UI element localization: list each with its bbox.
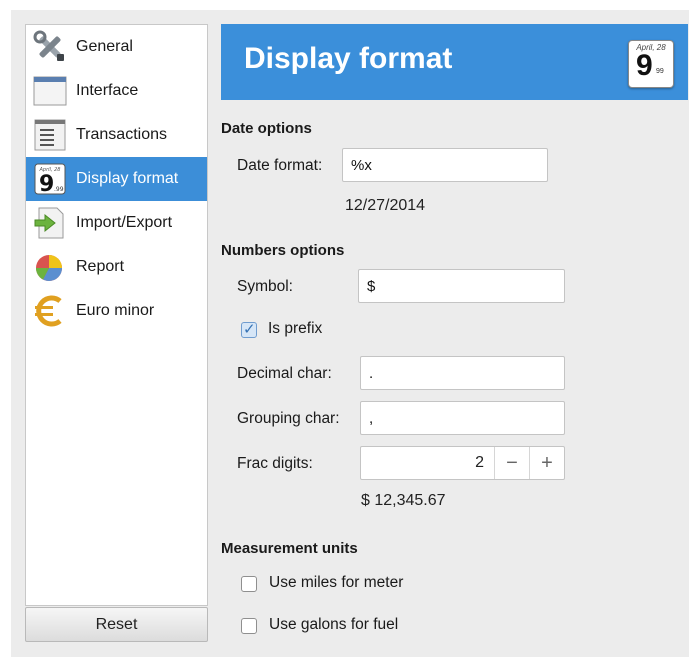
use-galons-checkbox[interactable] <box>241 618 257 634</box>
sidebar-item-euro-minor[interactable]: Euro minor <box>26 289 207 333</box>
sidebar-item-report[interactable]: Report <box>26 245 207 289</box>
svg-text:.99: .99 <box>54 186 64 193</box>
sidebar-item-label: Display format <box>76 170 179 187</box>
date-preview: 12/27/2014 <box>345 197 426 214</box>
grouping-char-input[interactable]: , <box>360 401 565 435</box>
is-prefix-label: Is prefix <box>268 320 323 337</box>
calendar-day: 9 <box>636 49 653 82</box>
symbol-label: Symbol: <box>237 278 293 295</box>
sidebar-item-import-export[interactable]: Import/Export <box>26 201 207 245</box>
euro-icon <box>33 294 67 328</box>
sidebar-item-label: Transactions <box>76 126 167 143</box>
calendar-icon: April, 28 9 .99 <box>33 162 67 197</box>
calendar-icon: April, 28 9 99 <box>628 40 674 88</box>
sidebar-item-transactions[interactable]: Transactions <box>26 113 207 157</box>
tools-icon <box>33 30 67 64</box>
checkmark-icon: ✓ <box>243 321 256 338</box>
symbol-input[interactable]: $ <box>358 269 565 303</box>
date-format-input[interactable]: %x <box>342 148 548 182</box>
sidebar-item-display-format[interactable]: April, 28 9 .99 Display format <box>26 157 207 201</box>
measurement-units-title: Measurement units <box>221 540 358 557</box>
sidebar-item-interface[interactable]: Interface <box>26 69 207 113</box>
use-miles-label: Use miles for meter <box>269 574 404 591</box>
decimal-char-label: Decimal char: <box>237 365 332 382</box>
use-galons-label: Use galons for fuel <box>269 616 399 633</box>
preferences-window: General Interface Transactions April, 28… <box>11 10 689 657</box>
decrement-button[interactable]: − <box>494 447 529 479</box>
frac-digits-stepper[interactable]: 2 − + <box>360 446 565 480</box>
frac-digits-value[interactable]: 2 <box>361 454 494 472</box>
sidebar-item-label: Report <box>76 258 125 275</box>
frac-digits-label: Frac digits: <box>237 455 313 472</box>
sidebar-item-label: Import/Export <box>76 214 173 231</box>
page-header: Display format April, 28 9 99 <box>221 24 688 100</box>
svg-text:9: 9 <box>39 172 54 196</box>
import-export-icon <box>33 206 67 240</box>
pie-chart-icon <box>33 250 67 284</box>
is-prefix-checkbox[interactable]: ✓ <box>241 321 257 338</box>
sidebar-item-label: Euro minor <box>76 302 155 319</box>
numbers-options-title: Numbers options <box>221 242 345 259</box>
decimal-char-input[interactable]: . <box>360 356 565 390</box>
grouping-char-label: Grouping char: <box>237 410 340 427</box>
date-format-label: Date format: <box>237 157 323 174</box>
use-miles-checkbox[interactable] <box>241 576 257 592</box>
document-list-icon <box>33 118 67 152</box>
reset-button[interactable]: Reset <box>25 607 208 642</box>
page-title: Display format <box>244 42 453 75</box>
date-options-title: Date options <box>221 120 312 137</box>
sidebar-item-label: General <box>76 38 133 55</box>
sidebar-item-label: Interface <box>76 82 139 99</box>
increment-button[interactable]: + <box>529 447 564 479</box>
number-preview: $ 12,345.67 <box>361 492 446 509</box>
calendar-cents: 99 <box>656 68 664 75</box>
sidebar-item-general[interactable]: General <box>26 25 207 69</box>
sidebar: General Interface Transactions April, 28… <box>25 24 208 606</box>
window-icon <box>33 74 67 108</box>
